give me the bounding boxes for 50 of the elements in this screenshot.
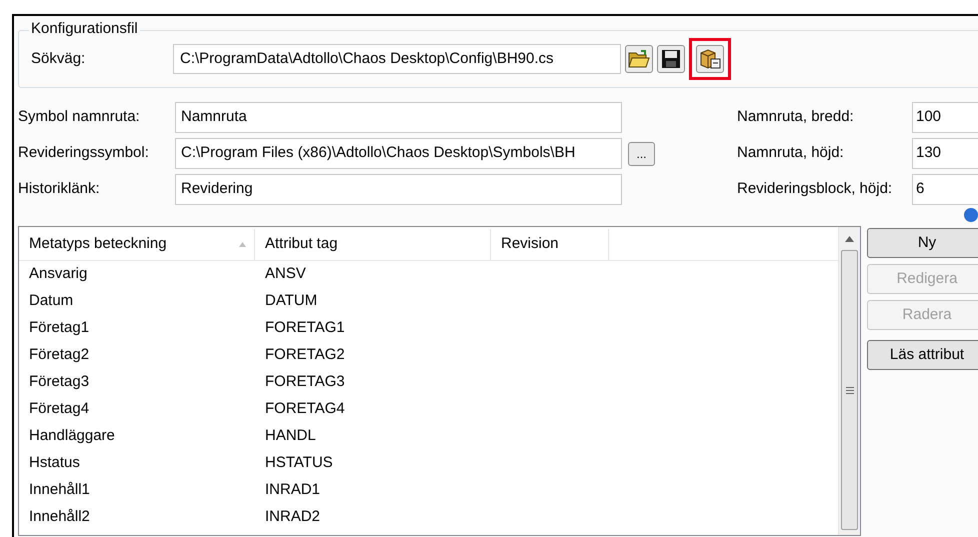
group-title: Konfigurationsfil [29, 20, 140, 38]
column-header[interactable]: Attribut tag [255, 229, 491, 260]
table-cell-text: FORETAG3 [264, 372, 346, 392]
scrollbar-thumb[interactable] [841, 250, 858, 530]
path-field[interactable]: C:\ProgramData\Adtollo\Chaos Desktop\Config\BH90.cs [173, 44, 621, 74]
field-label: Historiklänk: [18, 179, 101, 200]
table-cell-text: Innehåll2 [28, 507, 91, 528]
table-cell-text: Hstatus [28, 453, 81, 474]
table-cell-text: Datum [28, 291, 74, 312]
action-button[interactable]: Läs attribut [867, 340, 978, 370]
boxes-icon [699, 48, 721, 70]
table-cell-text: INRAD1 [264, 480, 322, 500]
field-label: Namnruta, höjd: [737, 143, 845, 164]
table-cell-text: DATUM [264, 291, 318, 312]
table-cell-text: Innehåll1 [28, 480, 91, 500]
text-field[interactable]: C:\Program Files (x86)\Adtollo\Chaos Desktop\Symbols\BH [175, 138, 622, 169]
field-label: Symbol namnruta: [18, 107, 141, 128]
action-button[interactable]: Ny [867, 228, 978, 258]
field-label: Revideringssymbol: [18, 143, 150, 164]
column-header[interactable]: Metatyps beteckning [19, 229, 255, 260]
table-cell-text: Handläggare [28, 426, 116, 446]
toolbar-button[interactable] [657, 45, 685, 73]
table-cell-text: INRAD2 [264, 507, 322, 528]
number-field[interactable]: 6 [912, 174, 978, 205]
table-cell-text: Företag4 [28, 399, 90, 420]
table-cell-text: Företag3 [28, 372, 90, 392]
table-cell-text: FORETAG1 [264, 318, 346, 338]
number-field[interactable]: 100 [912, 102, 978, 133]
table-cell-text: Ansvarig [28, 264, 88, 284]
table-cell-text: Företag2 [28, 345, 90, 366]
table-cell-text: ANSV [264, 264, 307, 284]
table-cell-text: Företag1 [28, 318, 90, 338]
scroll-up-icon[interactable] [845, 236, 854, 242]
table-cell-text: FORETAG2 [264, 345, 346, 366]
toolbar-button[interactable] [696, 45, 724, 73]
number-field[interactable]: 130 [912, 138, 978, 169]
table-cell-text: FORETAG4 [264, 399, 346, 420]
field-label: Sökväg: [31, 48, 86, 69]
toolbar-button[interactable] [625, 45, 653, 73]
field-label: Namnruta, bredd: [737, 107, 855, 128]
open-folder-icon [628, 49, 650, 69]
table-cell-text: HSTATUS [264, 453, 334, 474]
browse-button[interactable]: ... [628, 142, 655, 166]
vertical-scrollbar[interactable] [838, 227, 860, 535]
table-cell-text: HANDL [264, 426, 317, 446]
grip-icon [846, 386, 854, 394]
text-field[interactable]: Namnruta [175, 102, 622, 133]
text-field[interactable]: Revidering [175, 174, 622, 205]
field-label: Revideringsblock, höjd: [737, 179, 894, 200]
column-header[interactable]: Revision [491, 229, 609, 260]
